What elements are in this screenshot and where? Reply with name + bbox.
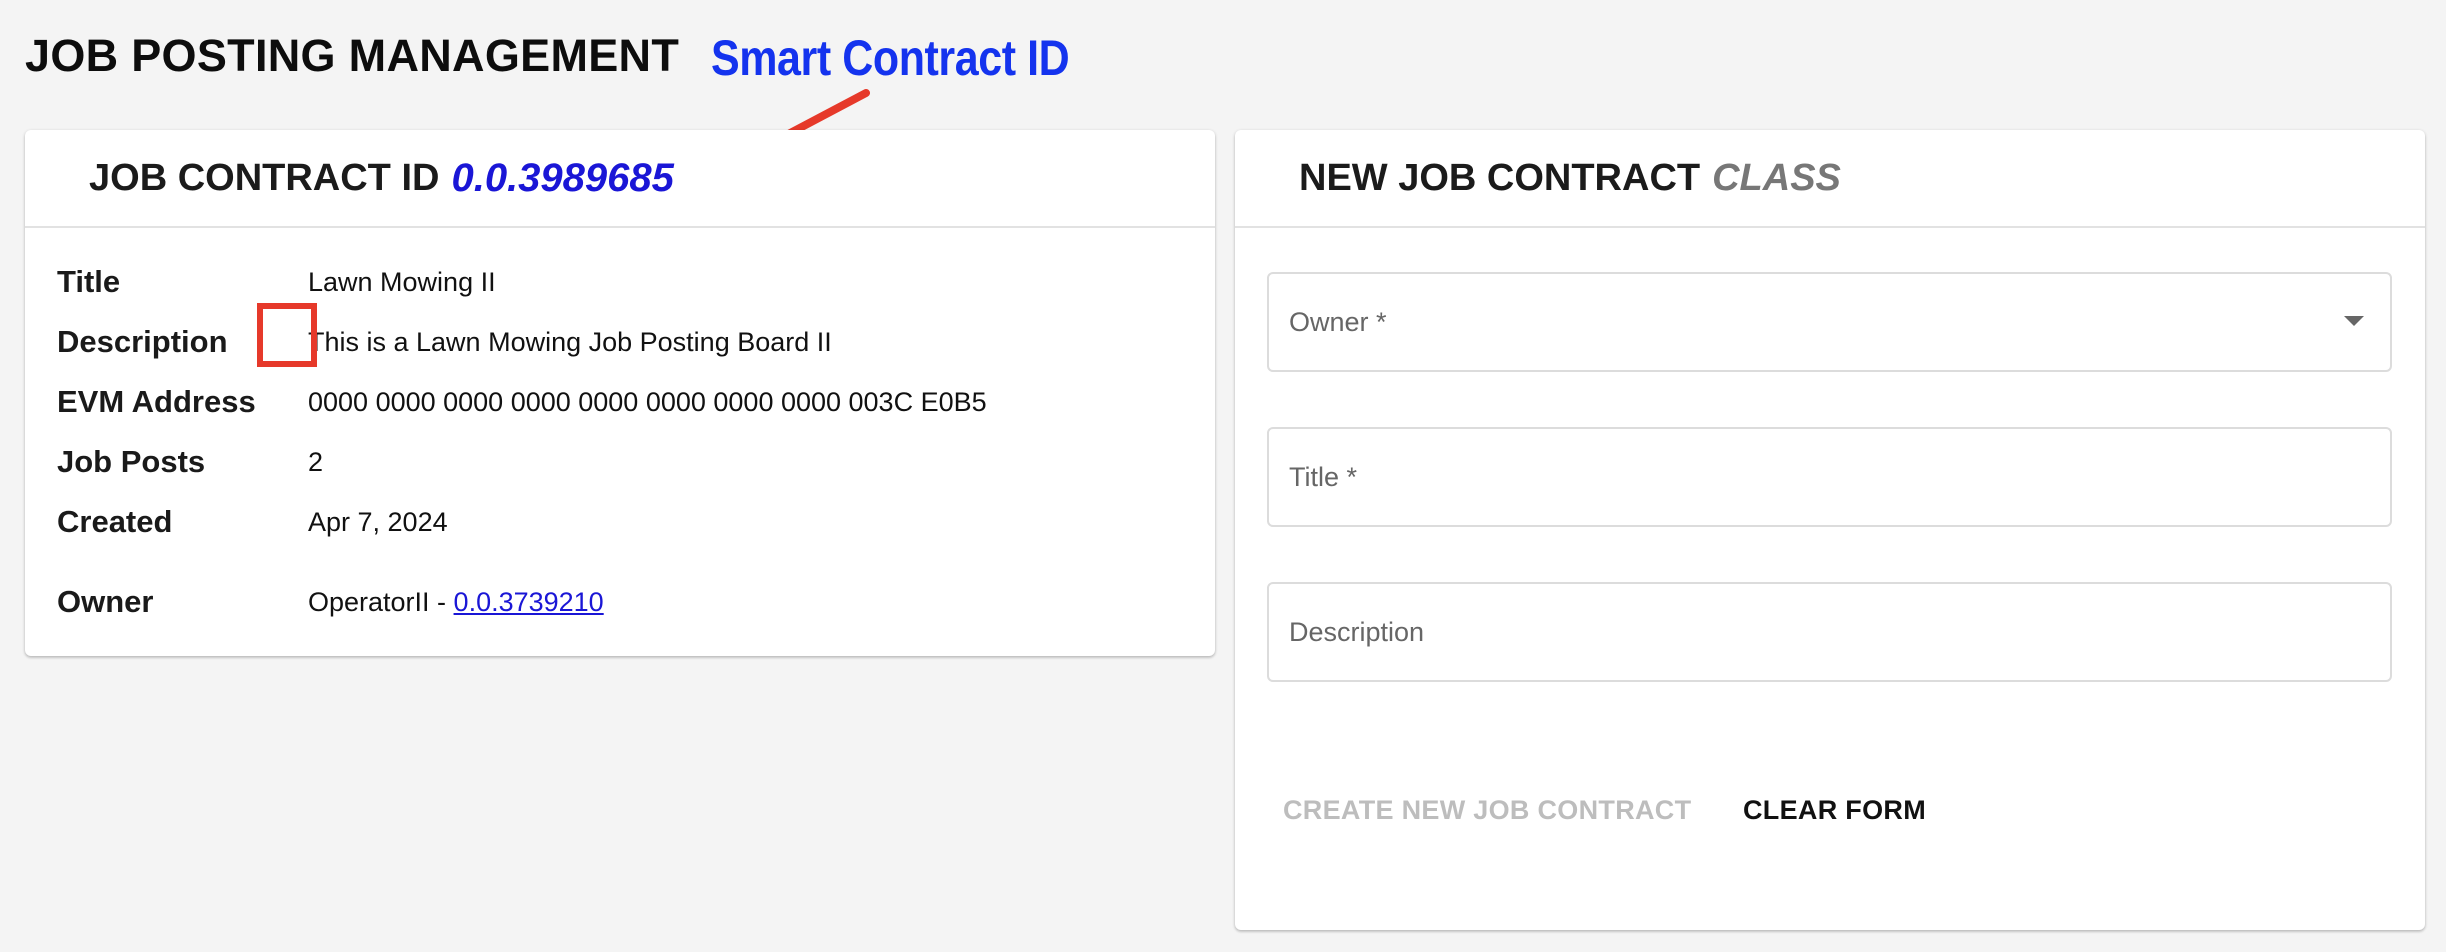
detail-label: Title — [57, 264, 121, 299]
owner-name: OperatorII - — [308, 586, 454, 617]
owner-select[interactable]: Owner * — [1267, 272, 2392, 372]
detail-label: EVM Address — [57, 384, 256, 419]
class-label: CLASS — [1712, 156, 1841, 199]
contract-id: 0.0.3989685 — [451, 155, 674, 200]
contract-header-label: JOB CONTRACT ID — [89, 156, 440, 199]
owner-account-link[interactable]: 0.0.3739210 — [454, 587, 604, 617]
annotation-highlight-box — [257, 303, 317, 367]
detail-value: 2 — [308, 446, 324, 477]
detail-row-evm-address: EVM Address 0000 0000 0000 0000 0000 000… — [57, 384, 987, 420]
new-contract-card: NEW JOB CONTRACT CLASS Owner * Title * D… — [1235, 130, 2425, 930]
title-field-placeholder: Title * — [1289, 461, 1358, 492]
contract-details-card: JOB CONTRACT ID 0.0.3989685 Title Lawn M… — [25, 130, 1215, 656]
clear-form-button[interactable]: CLEAR FORM — [1743, 795, 1926, 826]
title-field[interactable]: Title * — [1267, 427, 2392, 527]
contract-card-header: JOB CONTRACT ID 0.0.3989685 — [25, 130, 1215, 228]
description-field-placeholder: Description — [1289, 616, 1425, 647]
detail-row-created: Created Apr 7, 2024 — [57, 504, 448, 540]
detail-value: 0000 0000 0000 0000 0000 0000 0000 0000 … — [308, 386, 987, 417]
detail-label: Owner — [57, 584, 154, 619]
detail-label: Created — [57, 504, 173, 539]
page-title: JOB POSTING MANAGEMENT — [25, 30, 680, 81]
detail-value: OperatorII - 0.0.3739210 — [308, 587, 604, 618]
detail-value: This is a Lawn Mowing Job Posting Board … — [308, 326, 832, 357]
owner-select-placeholder: Owner * — [1289, 306, 1387, 337]
description-field[interactable]: Description — [1267, 582, 2392, 682]
chevron-down-icon[interactable] — [2344, 316, 2364, 326]
create-contract-button[interactable]: CREATE NEW JOB CONTRACT — [1283, 795, 1691, 826]
detail-row-owner: Owner OperatorII - 0.0.3739210 — [57, 584, 604, 620]
detail-row-title: Title Lawn Mowing II — [57, 264, 496, 300]
new-contract-header-label: NEW JOB CONTRACT — [1299, 156, 1701, 199]
detail-value: Apr 7, 2024 — [308, 506, 448, 537]
detail-row-job-posts: Job Posts 2 — [57, 444, 323, 480]
annotation-label: Smart Contract ID — [711, 30, 1070, 86]
new-contract-card-header: NEW JOB CONTRACT CLASS — [1235, 130, 2425, 228]
detail-row-description: Description This is a Lawn Mowing Job Po… — [57, 324, 832, 360]
detail-label: Job Posts — [57, 444, 206, 479]
detail-value: Lawn Mowing II — [308, 266, 496, 297]
